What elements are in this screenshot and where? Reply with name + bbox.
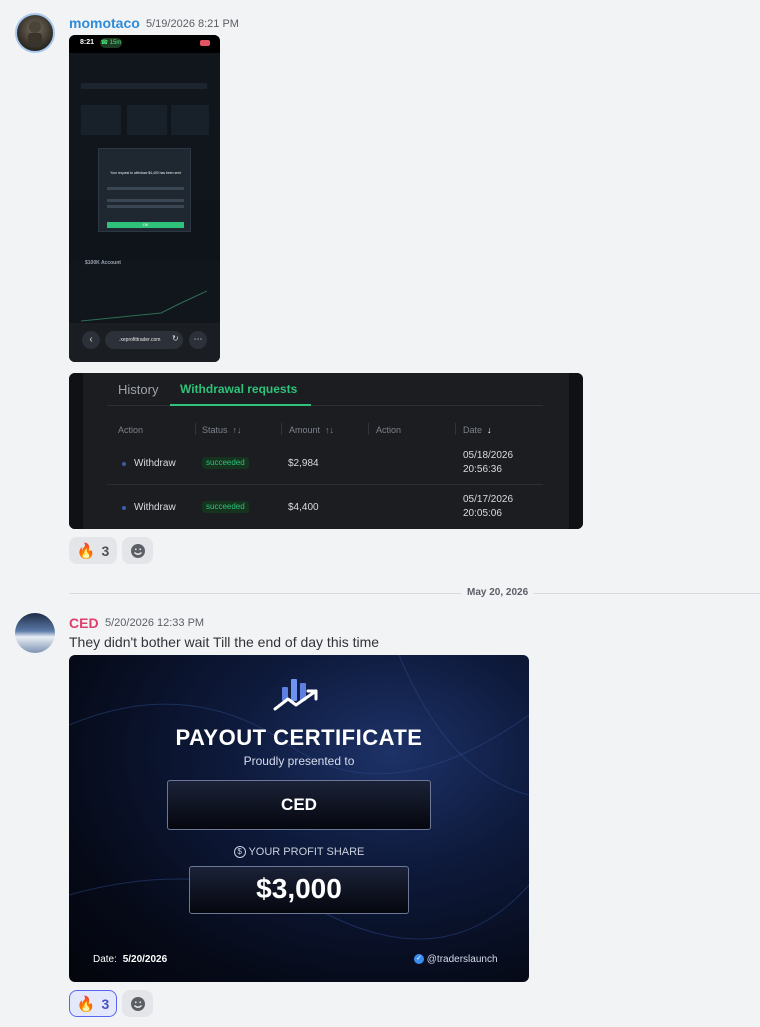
withdraw-dot-icon xyxy=(122,506,126,510)
reaction-fire[interactable]: 🔥 3 xyxy=(69,537,117,564)
tab-history[interactable]: History xyxy=(118,382,158,397)
withdraw-dialog: Your request to withdraw $4,400 has been… xyxy=(98,148,191,232)
url-pill[interactable]: .xeprofittrader.com ↻ xyxy=(105,331,183,349)
col-header-date-label: Date xyxy=(463,425,483,435)
verified-icon: ✓ xyxy=(414,954,424,965)
avatar-figure-icon xyxy=(28,21,42,47)
row-date: 05/17/2026 xyxy=(463,494,514,505)
reaction-fire[interactable]: 🔥 3 xyxy=(69,990,117,1017)
row-amount: $2,984 xyxy=(288,458,319,469)
row-time: 20:56:36 xyxy=(463,464,502,475)
withdrawal-requests-image[interactable]: History Withdrawal requests Action Statu… xyxy=(69,373,583,529)
phone-call-pill: ☎ 15m xyxy=(100,38,122,48)
sort-icon: ↑↓ xyxy=(230,425,242,435)
add-reaction-button[interactable] xyxy=(122,990,153,1017)
avatar[interactable] xyxy=(15,13,55,53)
dialog-ok-button[interactable]: OK xyxy=(107,222,184,228)
fire-emoji: 🔥 xyxy=(76,995,96,1013)
timestamp: 5/20/2026 12:33 PM xyxy=(105,617,205,629)
add-reaction-button[interactable] xyxy=(122,537,153,564)
status-badge: succeeded xyxy=(202,501,249,513)
battery-icon xyxy=(200,40,210,46)
browser-bar: ‹ .xeprofittrader.com ↻ ⋯ xyxy=(69,323,220,362)
row-amount: $4,400 xyxy=(288,502,319,513)
row-time: 20:05:06 xyxy=(463,508,502,519)
col-header-action: Action xyxy=(118,425,144,435)
phone-screenshot-image[interactable]: 8:21 ☎ 15m $100K Account Your request to… xyxy=(69,35,220,362)
trader-logo-icon xyxy=(273,679,318,711)
tab-withdrawal-requests[interactable]: Withdrawal requests xyxy=(180,382,297,396)
certificate-date: Date: 5/20/2026 xyxy=(93,954,167,965)
call-duration: 15m xyxy=(109,40,122,46)
row-date: 05/18/2026 xyxy=(463,450,514,461)
row-action: Withdraw xyxy=(134,458,176,469)
account-label: $100K Account xyxy=(85,260,121,266)
back-icon[interactable]: ‹ xyxy=(82,331,100,349)
col-header-action-2: Action xyxy=(376,425,402,435)
profit-share-label: YOUR PROFIT SHARE xyxy=(248,846,365,858)
row-action: Withdraw xyxy=(134,502,176,513)
dollar-circle-icon: $ xyxy=(233,846,246,859)
avatar[interactable] xyxy=(15,613,55,653)
tab-active-underline xyxy=(170,404,311,406)
recipient-box: CED xyxy=(167,780,431,830)
table-row[interactable]: Withdraw succeeded $2,984 05/18/2026 20:… xyxy=(107,445,543,485)
username[interactable]: CED xyxy=(69,615,99,631)
message-text: They didn't bother wait Till the end of … xyxy=(69,634,380,650)
message-momotaco: momotaco 5/19/2026 8:21 PM 8:21 ☎ 15m $1… xyxy=(0,0,760,580)
timestamp: 5/19/2026 8:21 PM xyxy=(146,18,239,30)
col-header-status[interactable]: Status ↑↓ xyxy=(202,425,242,435)
amount-box: $3,000 xyxy=(189,866,409,914)
dialog-ok-label: OK xyxy=(142,222,149,227)
username[interactable]: momotaco xyxy=(69,15,140,31)
url-text: .xeprofittrader.com xyxy=(119,337,161,343)
col-header-status-label: Status xyxy=(202,425,228,435)
mini-chart-icon xyxy=(81,290,207,322)
handle-text: @traderslaunch xyxy=(426,954,498,965)
date-divider-label: May 20, 2026 xyxy=(461,587,535,598)
reaction-count: 3 xyxy=(101,542,110,559)
more-icon[interactable]: ⋯ xyxy=(189,331,207,349)
date-divider xyxy=(70,593,760,594)
sort-icon: ↑↓ xyxy=(322,425,335,435)
smile-add-icon xyxy=(130,996,145,1011)
status-badge: succeeded xyxy=(202,457,249,469)
reload-icon[interactable]: ↻ xyxy=(172,334,179,343)
profit-share-label-row: $ YOUR PROFIT SHARE xyxy=(69,846,529,859)
date-label: Date: xyxy=(93,954,117,965)
certificate-subtitle: Proudly presented to xyxy=(243,754,355,768)
phone-status-bar: 8:21 ☎ 15m xyxy=(69,35,220,53)
phone-time: 8:21 xyxy=(80,39,95,46)
col-header-amount-label: Amount xyxy=(289,425,321,435)
table-row[interactable]: Withdraw succeeded $4,400 05/17/2026 20:… xyxy=(107,489,543,529)
reaction-count: 3 xyxy=(101,995,110,1012)
payout-certificate-image[interactable]: PAYOUT CERTIFICATE Proudly presented to … xyxy=(69,655,529,982)
col-header-amount[interactable]: Amount ↑↓ xyxy=(289,425,334,435)
certificate-title: PAYOUT CERTIFICATE xyxy=(175,725,423,750)
withdraw-dot-icon xyxy=(122,462,126,466)
col-header-date[interactable]: Date ↓ xyxy=(463,425,492,435)
payout-amount: $3,000 xyxy=(256,873,342,904)
handle: ✓ @traderslaunch xyxy=(414,954,498,965)
date-value: 5/20/2026 xyxy=(122,954,168,965)
smile-add-icon xyxy=(130,543,145,558)
fire-emoji: 🔥 xyxy=(76,542,96,560)
sort-desc-icon: ↓ xyxy=(484,425,492,435)
recipient-name: CED xyxy=(281,795,317,814)
dialog-title: Your request to withdraw $4,400 has been… xyxy=(110,171,181,175)
